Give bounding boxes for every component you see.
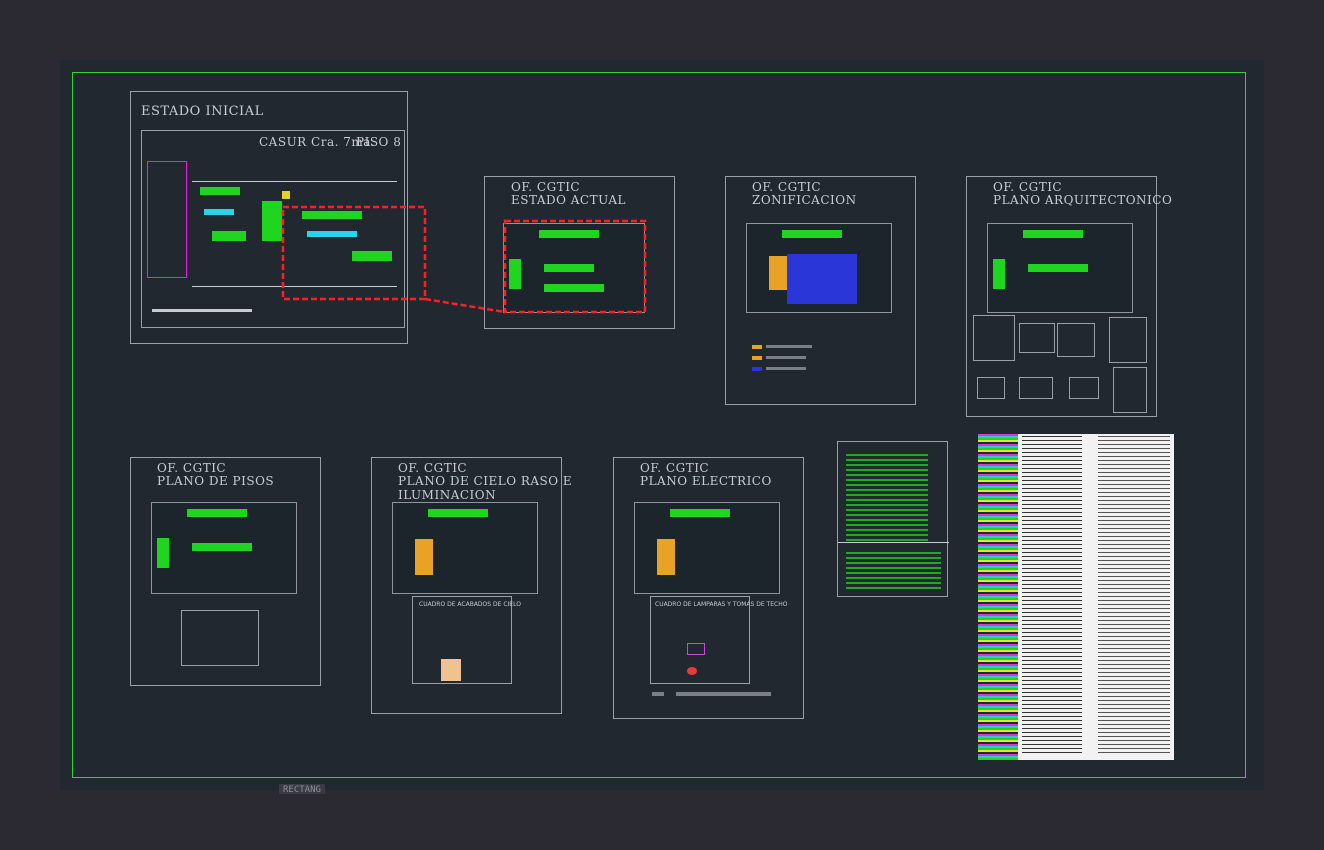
sheet-title-line3: ILUMINACION: [398, 488, 497, 502]
detail-thumb: [977, 377, 1005, 399]
sheet-title: PLANO ELECTRICO: [640, 474, 772, 488]
scale-bar: [652, 692, 664, 696]
electric-area: [657, 539, 675, 575]
legend-swatch: [752, 367, 762, 371]
floor-plan: [987, 223, 1133, 313]
detail-thumb: [1069, 377, 1099, 399]
legend-swatch: [752, 356, 762, 360]
plan-frame: CASUR Cra. 7ma. PISO 8: [141, 130, 405, 328]
sheet-title: ESTADO ACTUAL: [511, 193, 626, 207]
sheet-plano-electrico[interactable]: OF. CGTIC PLANO ELECTRICO CUADRO DE LAMP…: [613, 457, 804, 719]
notes-panel[interactable]: [837, 441, 949, 597]
zone-orange: [769, 256, 787, 290]
furniture-block: [1023, 230, 1083, 238]
furniture-block: [204, 209, 234, 215]
layer-color-column: [978, 434, 1018, 760]
legend-line: [766, 356, 806, 359]
detail-table: [1109, 317, 1147, 363]
furniture-block: [993, 259, 1005, 289]
finish-swatch: [441, 659, 461, 681]
floor-finish-table: [181, 610, 259, 666]
furniture-block: [544, 284, 604, 292]
detail-table: [973, 315, 1015, 361]
furniture-block: [428, 509, 488, 517]
notes-text-block: [846, 552, 941, 592]
furniture-block: [1028, 264, 1088, 272]
layer-name-column: [1022, 436, 1082, 756]
legend-line: [766, 367, 806, 370]
sheet-plano-cielo[interactable]: OF. CGTIC PLANO DE CIELO RASO E ILUMINAC…: [371, 457, 572, 714]
scale-bar: [152, 309, 252, 312]
building-outline: [147, 161, 187, 278]
furniture-block: [539, 230, 599, 238]
sheet-title: PLANO DE PISOS: [157, 474, 275, 488]
floor-plan: [392, 502, 538, 594]
detail-thumb: [1113, 367, 1147, 413]
plan-floor-label: PISO 8: [356, 135, 402, 149]
divider: [838, 542, 949, 543]
outlet-symbol: [687, 667, 697, 675]
furniture-block: [544, 264, 594, 272]
furniture-block: [509, 259, 521, 289]
furniture-block: [670, 509, 730, 517]
sheet-estado-actual[interactable]: OF. CGTIC ESTADO ACTUAL: [484, 176, 675, 329]
legend-line: [766, 345, 812, 348]
layer-props-column: [1098, 436, 1170, 756]
sheet-title: ZONIFICACION: [752, 193, 857, 207]
floor-plan: [746, 223, 892, 313]
sheet-estado-inicial[interactable]: ESTADO INICIAL CASUR Cra. 7ma. PISO 8: [130, 91, 408, 344]
layer-table[interactable]: [978, 434, 1174, 760]
furniture-block: [212, 231, 246, 241]
ceiling-finish-area: [415, 539, 433, 575]
stair-marker: [282, 191, 290, 199]
sheet-plano-pisos[interactable]: OF. CGTIC PLANO DE PISOS: [130, 457, 321, 686]
sheet-title: PLANO DE CIELO RASO E: [398, 474, 573, 488]
furniture-block: [187, 509, 247, 517]
zone-blue: [787, 254, 857, 304]
note-line: [676, 692, 771, 696]
furniture-block: [352, 251, 392, 261]
sheet-title: ESTADO INICIAL: [141, 104, 264, 119]
furniture-block: [782, 230, 842, 238]
sheet-title: PLANO ARQUITECTONICO: [993, 193, 1173, 207]
sheet-zonificacion[interactable]: OF. CGTIC ZONIFICACION: [725, 176, 916, 405]
command-line[interactable]: RECTANG: [279, 784, 325, 794]
lamp-symbol: [687, 643, 705, 655]
detail-table: [1057, 323, 1095, 357]
floor-plan: [151, 502, 297, 594]
furniture-block: [307, 231, 357, 237]
furniture-block: [157, 538, 169, 568]
furniture-block: [200, 187, 240, 195]
table-title: CUADRO DE LAMPARAS Y TOMAS DE TECHO: [655, 601, 788, 608]
floor-plan: [503, 223, 645, 313]
detail-thumb: [1019, 377, 1053, 399]
sheet-plano-arquitectonico[interactable]: OF. CGTIC PLANO ARQUITECTONICO: [966, 176, 1172, 417]
furniture-block: [192, 543, 252, 551]
table-title: CUADRO DE ACABADOS DE CIELO: [419, 601, 521, 608]
ceiling-finish-table: CUADRO DE ACABADOS DE CIELO: [412, 596, 521, 684]
floor-plan: [634, 502, 780, 594]
lamp-table: CUADRO DE LAMPARAS Y TOMAS DE TECHO: [650, 596, 787, 684]
wall-line: [192, 286, 397, 287]
legend-swatch: [752, 345, 762, 349]
wall-line: [192, 181, 397, 182]
furniture-block: [302, 211, 362, 219]
detail-table: [1019, 323, 1055, 353]
notes-text-block: [846, 454, 928, 544]
furniture-block: [262, 201, 282, 241]
